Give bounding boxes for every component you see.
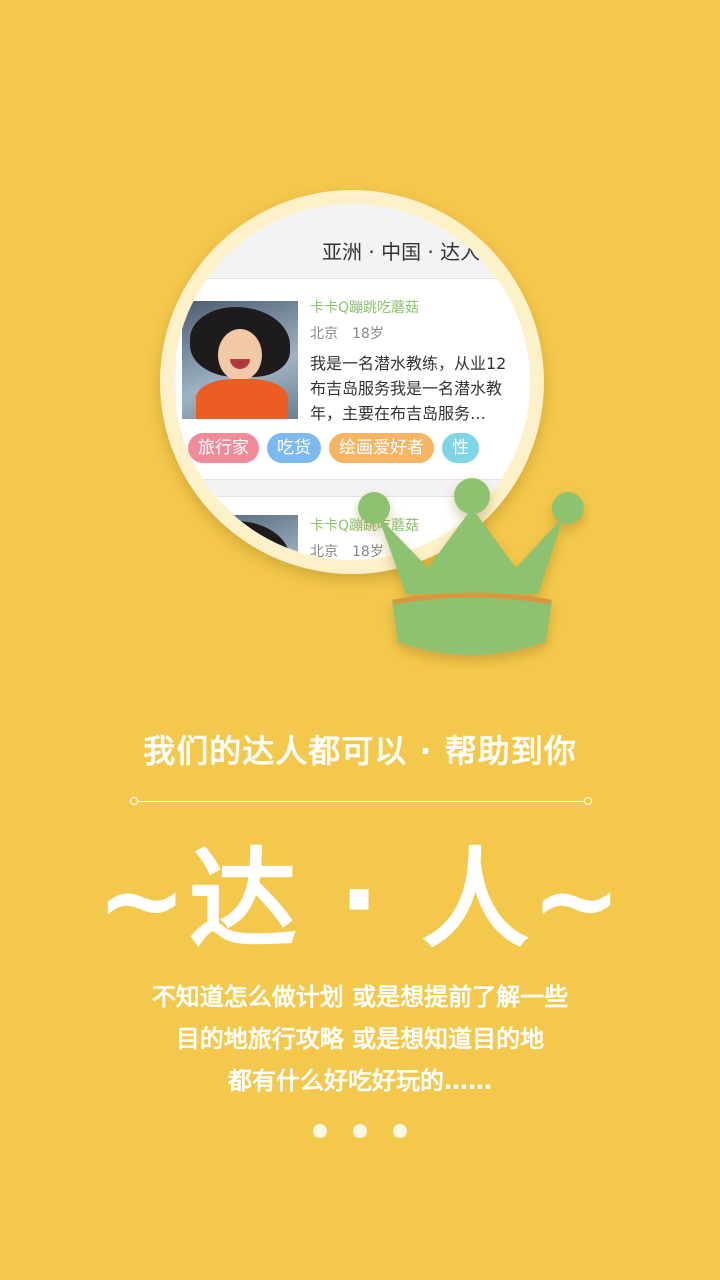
- description-line: 都有什么好吃好玩的……: [228, 1067, 492, 1095]
- description-line: 不知道怎么做计划 或是想提前了解一些: [151, 983, 569, 1011]
- headline: 我们的达人都可以 · 帮助到你: [143, 732, 577, 770]
- expert-age: 18岁: [352, 326, 384, 342]
- description: 不知道怎么做计划 或是想提前了解一些 目的地旅行攻略 或是想知道目的地 都有什么…: [0, 976, 720, 1102]
- page-dot[interactable]: [393, 1124, 407, 1138]
- expert-city: 北京: [310, 326, 338, 342]
- tag-foodie[interactable]: 吃货: [267, 433, 321, 463]
- big-title: ~达 · 人~: [96, 838, 624, 963]
- description-line: 目的地旅行攻略 或是想知道目的地: [175, 1025, 545, 1053]
- expert-avatar-photo: [182, 515, 298, 560]
- page-dot[interactable]: [353, 1124, 367, 1138]
- expert-desc-line: 布吉岛服务我是一名潜水教: [310, 379, 503, 398]
- expert-card[interactable]: 卡卡Q蹦跳吃蘑菇 北京 18岁 我是一名潜水教练，从业12 布吉岛服务我是一名潜水…: [174, 278, 530, 480]
- expert-avatar-photo: [182, 301, 298, 419]
- expert-name[interactable]: 卡卡Q蹦跳吃蘑菇: [310, 297, 419, 317]
- expert-desc-line: 我是一名潜水教练，从业12: [310, 354, 507, 373]
- tag-partial[interactable]: 性: [442, 433, 479, 463]
- preview-location-title: 亚洲 · 中国 · 达人: [322, 240, 481, 264]
- expert-tags: 达人旅行家吃货绘画爱好者性: [174, 433, 487, 463]
- tag-traveler[interactable]: 旅行家: [188, 433, 259, 463]
- crown-icon: [358, 478, 584, 655]
- expert-meta: 北京 18岁: [310, 323, 384, 343]
- tag-painting-lover[interactable]: 绘画爱好者: [329, 433, 434, 463]
- page-dot[interactable]: [313, 1124, 327, 1138]
- expert-desc-line: 年，主要在布吉岛服务…: [310, 404, 487, 423]
- expert-city: 北京: [310, 544, 338, 560]
- tag-expert[interactable]: 达人: [174, 433, 180, 463]
- page-indicator: [0, 1123, 720, 1142]
- expert-description: 我是一名潜水教练，从业12 布吉岛服务我是一名潜水教 年，主要在布吉岛服务…: [310, 351, 530, 426]
- divider: [130, 796, 592, 808]
